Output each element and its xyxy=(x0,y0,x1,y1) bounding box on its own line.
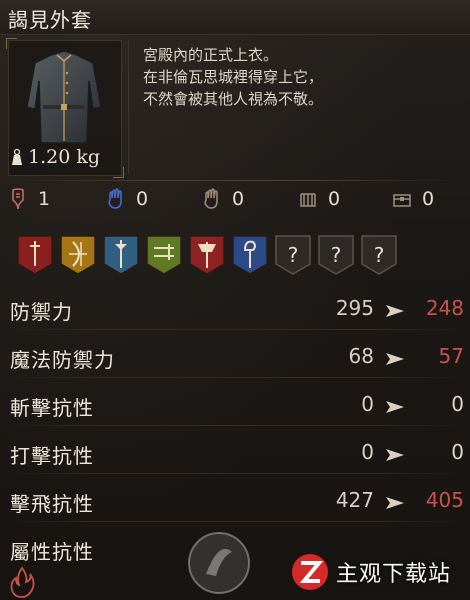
vocation-list: ? ? ? xyxy=(16,234,398,276)
row-divider xyxy=(6,521,464,522)
sorcerer-icon xyxy=(232,235,268,275)
vitality-icon xyxy=(204,188,218,209)
item-detail-panel: 謁見外套 1.20 kg 宮殿內的正式上衣。 在非倫瓦思城裡得穿上它， 不然會被… xyxy=(0,0,470,600)
stat-row-defense: 防禦力 295 248 xyxy=(0,290,470,330)
stat-label: 魔法防禦力 xyxy=(10,348,115,372)
vocation-axe[interactable] xyxy=(188,234,226,276)
arrow-right-icon xyxy=(386,305,404,317)
stat-row-strike-resistance: 打擊抗性 0 0 xyxy=(0,434,470,474)
requirement-vitality: 0 xyxy=(202,188,244,210)
vocation-mage[interactable] xyxy=(102,234,140,276)
strider-icon xyxy=(60,235,96,275)
row-divider xyxy=(6,329,464,330)
description-line: 不然會被其他人視為不敬。 xyxy=(143,90,324,108)
vocation-unknown[interactable]: ? xyxy=(274,234,312,276)
item-weight: 1.20 kg xyxy=(28,146,101,168)
stat-new-value: 405 xyxy=(425,488,464,512)
site-logo-icon xyxy=(188,532,250,594)
requirement-dexterity: 0 xyxy=(106,188,148,210)
stat-row-slash-resistance: 斬擊抗性 0 0 xyxy=(0,386,470,426)
requirement-endurance: 0 xyxy=(298,188,340,210)
requirement-value: 0 xyxy=(232,188,245,210)
stat-label: 擊飛抗性 xyxy=(10,492,94,516)
axe-icon xyxy=(189,235,225,275)
weight-row: 1.20 kg xyxy=(10,146,100,168)
stat-row-magic-defense: 魔法防禦力 68 57 xyxy=(0,338,470,378)
vocation-warrior[interactable] xyxy=(145,234,183,276)
stat-label: 斬擊抗性 xyxy=(10,396,94,420)
stat-new-value: 57 xyxy=(438,344,464,368)
stat-row-knockdown-resistance: 擊飛抗性 427 405 xyxy=(0,482,470,522)
row-divider xyxy=(6,377,464,378)
stat-current-value: 0 xyxy=(361,440,374,464)
weight-icon xyxy=(12,148,22,165)
jacket-icon xyxy=(26,50,102,144)
item-description: 宮殿內的正式上衣。 在非倫瓦思城裡得穿上它， 不然會被其他人視為不敬。 xyxy=(143,44,323,110)
arrow-right-icon xyxy=(386,401,404,413)
arrow-right-icon xyxy=(386,497,404,509)
warrior-icon xyxy=(146,235,182,275)
watermark-text: 主观下载站 xyxy=(336,562,452,587)
vocation-sorcerer[interactable] xyxy=(231,234,269,276)
unknown-icon: ? xyxy=(318,235,354,275)
chest-icon xyxy=(393,194,411,207)
vocation-fighter[interactable] xyxy=(16,234,54,276)
description-box: 宮殿內的正式上衣。 在非倫瓦思城裡得穿上它， 不然會被其他人視為不敬。 xyxy=(128,40,461,174)
strength-icon xyxy=(12,188,24,210)
z-logo-icon xyxy=(292,554,328,590)
vocation-strider[interactable] xyxy=(59,234,97,276)
unknown-icon: ? xyxy=(275,235,311,275)
unknown-icon: ? xyxy=(361,235,397,275)
dexterity-icon xyxy=(108,188,122,209)
row-divider xyxy=(6,473,464,474)
requirement-storage: 0 xyxy=(392,188,434,210)
unknown-label: ? xyxy=(288,243,299,267)
requirement-value: 0 xyxy=(136,188,149,210)
unknown-label: ? xyxy=(331,243,342,267)
stat-new-value: 248 xyxy=(425,296,464,320)
stat-label: 防禦力 xyxy=(10,300,73,324)
description-line: 在非倫瓦思城裡得穿上它， xyxy=(143,68,324,86)
mage-icon xyxy=(103,235,139,275)
unknown-label: ? xyxy=(374,243,385,267)
watermark: 主观下载站 xyxy=(186,528,470,600)
stat-current-value: 0 xyxy=(361,392,374,416)
endurance-icon xyxy=(300,193,316,207)
requirement-value: 0 xyxy=(422,188,435,210)
description-line: 宮殿內的正式上衣。 xyxy=(143,46,279,64)
stat-label: 打擊抗性 xyxy=(10,444,94,468)
requirement-value: 0 xyxy=(328,188,341,210)
requirement-strength: 1 xyxy=(8,188,50,210)
fighter-icon xyxy=(17,235,53,275)
stat-new-value: 0 xyxy=(451,392,464,416)
arrow-right-icon xyxy=(386,449,404,461)
stat-label: 屬性抗性 xyxy=(10,540,94,564)
fire-icon xyxy=(10,566,35,598)
requirements-row: 1 0 0 0 0 xyxy=(8,188,468,216)
stat-new-value: 0 xyxy=(451,440,464,464)
vocation-unknown[interactable]: ? xyxy=(317,234,355,276)
item-name: 謁見外套 xyxy=(8,8,92,32)
vocation-unknown[interactable]: ? xyxy=(360,234,398,276)
arrow-right-icon xyxy=(386,353,404,365)
stat-current-value: 68 xyxy=(348,344,374,368)
stat-current-value: 295 xyxy=(335,296,374,320)
title-bar: 謁見外套 xyxy=(0,0,470,35)
divider xyxy=(6,180,464,181)
row-divider xyxy=(6,425,464,426)
requirement-value: 1 xyxy=(38,188,51,210)
stat-current-value: 427 xyxy=(335,488,374,512)
